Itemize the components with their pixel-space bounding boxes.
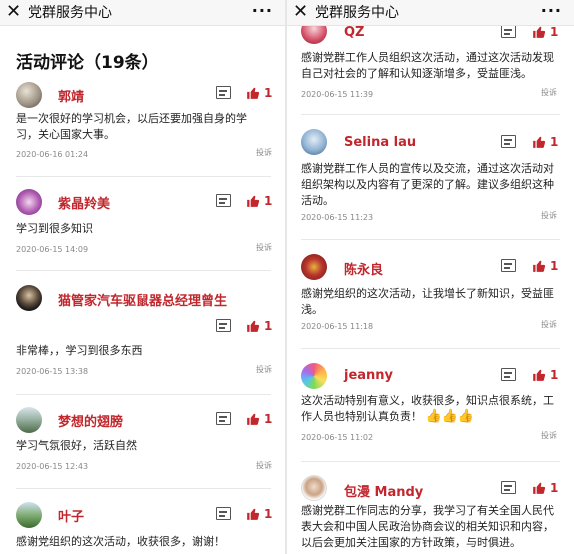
like-count: 1	[550, 481, 559, 495]
report-link[interactable]: 投诉	[256, 147, 272, 158]
commenter-name[interactable]: 郭靖	[58, 86, 84, 105]
reply-icon[interactable]	[216, 86, 231, 99]
comment-text: 学习到很多知识	[16, 222, 93, 235]
report-link[interactable]: 投诉	[256, 460, 272, 471]
commenter-name[interactable]: 紫晶羚美	[58, 193, 110, 212]
commenter-name[interactable]: QZ	[344, 25, 364, 40]
report-link[interactable]: 投诉	[541, 430, 557, 441]
like-icon[interactable]	[246, 86, 260, 100]
avatar[interactable]	[301, 254, 327, 280]
divider	[301, 239, 560, 240]
more-icon[interactable]: ···	[252, 0, 273, 22]
commenter-name[interactable]: 梦想的翅膀	[58, 411, 123, 430]
comment-time: 2020-06-15 11:23	[301, 213, 374, 222]
comment-text: 是一次很好的学习机会，以后还要加强自身的学习，关心国家大事。	[16, 112, 247, 141]
right-screen: QZ 1 感谢党群工作人员组织这次活动，通过这次活动发现自己对社会的了解和认知逐…	[287, 0, 574, 554]
avatar[interactable]	[16, 502, 42, 528]
close-icon[interactable]: ✕	[293, 1, 308, 23]
comment-text: 学习气氛很好，活跃自然	[16, 439, 137, 452]
comment-text: 感谢党组织的这次活动，收获很多，谢谢！	[16, 535, 225, 548]
report-link[interactable]: 投诉	[541, 210, 557, 221]
avatar[interactable]	[16, 189, 42, 215]
like-icon[interactable]	[532, 481, 546, 495]
avatar[interactable]	[16, 82, 42, 108]
comment-text: 非常棒，，学习到很多东西	[16, 344, 143, 357]
report-link[interactable]: 投诉	[541, 87, 557, 98]
comment-time: 2020-06-15 11:02	[301, 433, 374, 442]
like-count: 1	[264, 86, 273, 100]
comment-text: 这次活动特别有意义，收获很多，知识点很系统，工作人员也特别认真负责！ 👍👍👍	[301, 393, 561, 425]
comment-time: 2020-06-15 14:09	[16, 245, 89, 254]
report-link[interactable]: 投诉	[256, 364, 272, 375]
comment-text: 感谢党组织的这次活动，让我增长了新知识，受益匪浅。	[301, 287, 554, 316]
avatar[interactable]	[16, 407, 42, 433]
commenter-name[interactable]: jeanny	[344, 368, 393, 383]
like-count: 1	[550, 25, 559, 39]
like-count: 1	[264, 507, 273, 521]
comment-time: 2020-06-15 12:43	[16, 462, 89, 471]
thumbs-up-emoji: 👍👍👍	[425, 409, 475, 424]
commenter-name[interactable]: 陈永良	[344, 259, 383, 278]
like-icon[interactable]	[246, 319, 260, 333]
comment-time: 2020-06-15 11:18	[301, 322, 374, 331]
like-icon[interactable]	[532, 368, 546, 382]
like-count: 1	[550, 135, 559, 149]
title-bar: ✕ 党群服务中心 ···	[287, 0, 574, 26]
comment-time: 2020-06-16 01:24	[16, 150, 89, 159]
reply-icon[interactable]	[216, 507, 231, 520]
like-icon[interactable]	[246, 412, 260, 426]
report-link[interactable]: 投诉	[256, 242, 272, 253]
commenter-name[interactable]: 包漫 Mandy	[344, 481, 423, 500]
avatar[interactable]	[301, 129, 327, 155]
page-title: 党群服务中心	[315, 5, 399, 21]
comment-text: 感谢党群工作人员的宣传以及交流，通过这次活动对组织架构以及内容有了更深的了解。建…	[301, 162, 554, 207]
like-icon[interactable]	[532, 259, 546, 273]
reply-icon[interactable]	[216, 319, 231, 332]
comment-text: 感谢党群工作人员组织这次活动，通过这次活动发现自己对社会的了解和认知逐渐增多，受…	[301, 51, 554, 80]
reply-icon[interactable]	[501, 368, 516, 381]
like-count: 1	[264, 412, 273, 426]
commenter-name[interactable]: 猫管家汽车驱鼠器总经理曾生	[58, 290, 227, 309]
divider	[16, 394, 271, 395]
reply-icon[interactable]	[501, 481, 516, 494]
left-screen: ✕ 党群服务中心 ··· 活动评论（19条） 郭靖 1 是一次很好的学习机会，以…	[0, 0, 285, 554]
reply-icon[interactable]	[501, 259, 516, 272]
reply-icon[interactable]	[501, 25, 516, 38]
section-title: 活动评论（19条）	[16, 53, 159, 73]
commenter-name[interactable]: 叶子	[58, 506, 84, 525]
divider	[301, 114, 560, 115]
reply-icon[interactable]	[216, 412, 231, 425]
page-title: 党群服务中心	[28, 5, 112, 21]
divider	[301, 348, 560, 349]
commenter-name[interactable]: Selina lau	[344, 135, 416, 150]
more-icon[interactable]: ···	[541, 0, 562, 22]
like-icon[interactable]	[532, 135, 546, 149]
like-icon[interactable]	[246, 507, 260, 521]
reply-icon[interactable]	[216, 194, 231, 207]
reply-icon[interactable]	[501, 135, 516, 148]
report-link[interactable]: 投诉	[541, 319, 557, 330]
comment-time: 2020-06-15 11:39	[301, 90, 374, 99]
like-count: 1	[550, 368, 559, 382]
like-count: 1	[264, 319, 273, 333]
like-icon[interactable]	[246, 194, 260, 208]
like-count: 1	[550, 259, 559, 273]
avatar[interactable]	[301, 475, 327, 501]
avatar[interactable]	[16, 285, 42, 311]
divider	[16, 176, 271, 177]
close-icon[interactable]: ✕	[6, 1, 21, 23]
divider	[16, 270, 271, 271]
title-bar: ✕ 党群服务中心 ···	[0, 0, 285, 26]
divider	[301, 461, 560, 462]
comment-time: 2020-06-15 13:38	[16, 367, 89, 376]
like-count: 1	[264, 194, 273, 208]
comment-text: 感谢党群工作同志的分享，我学习了有关全国人民代表大会和中国人民政治协商会议的相关…	[301, 504, 554, 549]
divider	[16, 488, 271, 489]
like-icon[interactable]	[532, 25, 546, 39]
avatar[interactable]	[301, 363, 327, 389]
